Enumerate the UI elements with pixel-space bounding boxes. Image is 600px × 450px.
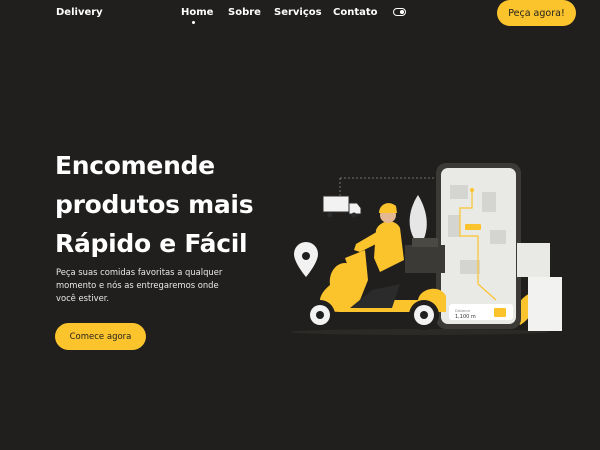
nav-link-servicos[interactable]: Serviços	[274, 7, 322, 18]
location-pin-icon	[294, 242, 318, 277]
nav-link-home[interactable]: Home	[181, 7, 213, 18]
hero-description: Peça suas comidas favoritas a qualquer m…	[56, 266, 261, 305]
order-now-button[interactable]: Peça agora!	[497, 0, 576, 26]
delivery-illustration: Distance 1,100 m	[290, 163, 562, 335]
nav-link-contato[interactable]: Contato	[333, 7, 378, 18]
hero-title-line: produtos mais	[55, 190, 254, 219]
theme-toggle-icon[interactable]	[393, 8, 406, 16]
nav-link-sobre[interactable]: Sobre	[228, 7, 261, 18]
toggle-knob	[400, 10, 404, 14]
get-started-button[interactable]: Comece agora	[55, 323, 146, 350]
distance-label: Distance	[455, 309, 470, 313]
hero-title: Encomende produtos mais Rápido e Fácil	[55, 146, 295, 263]
delivery-truck-icon	[322, 195, 362, 218]
distance-value: 1,100 m	[455, 314, 476, 320]
hero-title-line: Encomende	[55, 151, 215, 180]
hero-title-line: Rápido e Fácil	[55, 229, 248, 258]
hero-description-line: você estiver.	[56, 293, 110, 303]
phone-illustration: Distance 1,100 m	[436, 163, 521, 329]
active-nav-indicator	[192, 21, 195, 24]
hero-description-line: momento e nós as entregaremos onde	[56, 280, 219, 290]
hero-description-line: Peça suas comidas favoritas a qualquer	[56, 267, 223, 277]
